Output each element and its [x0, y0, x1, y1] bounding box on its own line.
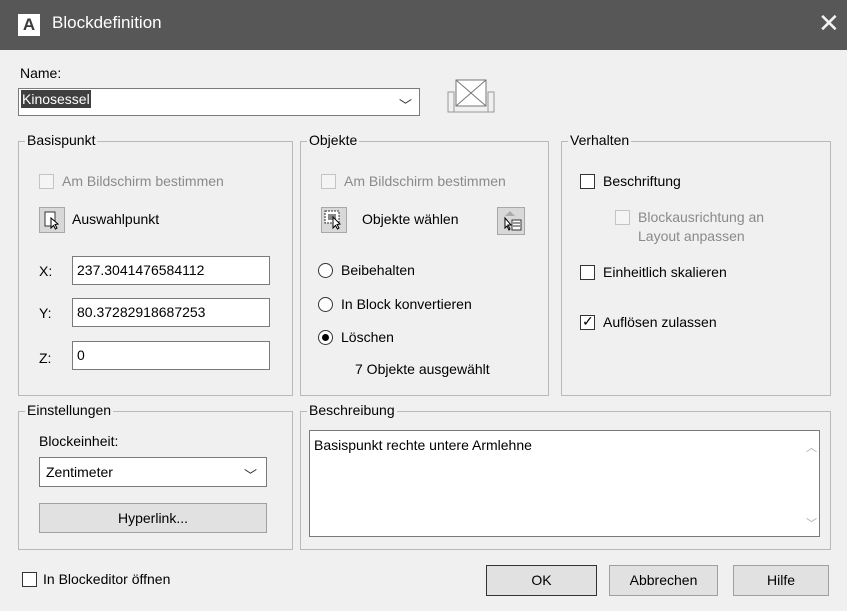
- name-combobox[interactable]: Kinosessel ﹀: [18, 88, 420, 116]
- close-icon[interactable]: ✕: [818, 10, 840, 36]
- match-orientation-checkbox[interactable]: [615, 210, 630, 225]
- checkmark-icon: ✓: [582, 313, 594, 329]
- open-in-block-editor-checkbox[interactable]: [22, 572, 37, 587]
- name-value: Kinosessel: [21, 90, 91, 108]
- hyperlink-button[interactable]: Hyperlink...: [39, 503, 267, 533]
- scale-uniformly-label: Einheitlich skalieren: [603, 264, 727, 280]
- title-bar: A Blockdefinition ✕: [0, 0, 847, 50]
- chevron-down-icon[interactable]: ﹀: [399, 95, 412, 114]
- select-objects-icon[interactable]: [321, 207, 347, 233]
- retain-radio[interactable]: [318, 263, 333, 278]
- quick-select-icon[interactable]: [497, 207, 525, 235]
- scroll-down-icon[interactable]: ﹀: [806, 515, 817, 531]
- allow-exploding-label: Auflösen zulassen: [603, 314, 717, 330]
- block-unit-value: Zentimeter: [46, 464, 113, 480]
- annotative-checkbox[interactable]: [580, 174, 595, 189]
- pick-point-button[interactable]: Auswahlpunkt: [72, 211, 159, 227]
- window-title: Blockdefinition: [52, 13, 162, 32]
- pick-point-icon[interactable]: [39, 207, 65, 233]
- z-label: Z:: [39, 350, 52, 366]
- open-in-block-editor-label: In Blockeditor öffnen: [43, 571, 171, 587]
- convert-to-block-radio[interactable]: [318, 297, 333, 312]
- basispunkt-on-screen-checkbox[interactable]: [39, 174, 54, 189]
- radio-selected-dot: [322, 334, 329, 341]
- beschreibung-title: Beschreibung: [307, 402, 397, 418]
- delete-label: Löschen: [341, 329, 394, 345]
- verhalten-title: Verhalten: [568, 132, 632, 148]
- scale-uniformly-checkbox[interactable]: [580, 265, 595, 280]
- retain-label: Beibehalten: [341, 262, 415, 278]
- z-coordinate-input[interactable]: 0: [72, 341, 270, 370]
- y-label: Y:: [39, 305, 52, 321]
- block-unit-dropdown[interactable]: Zentimeter ﹀: [39, 457, 267, 487]
- allow-exploding-checkbox[interactable]: ✓: [580, 313, 595, 330]
- basispunkt-title: Basispunkt: [25, 132, 98, 148]
- annotative-label: Beschriftung: [603, 173, 681, 189]
- einstellungen-title: Einstellungen: [25, 402, 114, 418]
- description-text: Basispunkt rechte untere Armlehne: [314, 437, 532, 453]
- convert-to-block-label: In Block konvertieren: [341, 296, 472, 312]
- match-orientation-label-line2: Layout anpassen: [638, 228, 745, 244]
- basispunkt-on-screen-label: Am Bildschirm bestimmen: [62, 173, 224, 189]
- match-orientation-label-line1: Blockausrichtung an: [638, 209, 765, 225]
- cancel-button[interactable]: Abbrechen: [609, 565, 718, 596]
- block-unit-label: Blockeinheit:: [39, 433, 119, 449]
- objekte-on-screen-checkbox[interactable]: [321, 174, 336, 189]
- autocad-app-icon: A: [18, 14, 40, 36]
- x-coordinate-input[interactable]: 237.3041476584112: [72, 256, 270, 285]
- selected-objects-count: 7 Objekte ausgewählt: [355, 361, 490, 377]
- objekte-title: Objekte: [307, 132, 360, 148]
- name-label: Name:: [20, 65, 62, 81]
- x-label: X:: [39, 263, 53, 279]
- block-preview-thumbnail: [444, 72, 500, 120]
- help-button[interactable]: Hilfe: [733, 565, 829, 596]
- chevron-down-icon[interactable]: ﹀: [244, 465, 257, 484]
- select-objects-button[interactable]: Objekte wählen: [362, 211, 459, 227]
- ok-button[interactable]: OK: [486, 565, 597, 596]
- description-textarea[interactable]: Basispunkt rechte untere Armlehne ︿ ﹀: [309, 430, 820, 537]
- delete-radio[interactable]: [318, 330, 333, 345]
- y-coordinate-input[interactable]: 80.37282918687253: [72, 298, 270, 327]
- scroll-up-icon[interactable]: ︿: [806, 439, 817, 455]
- objekte-on-screen-label: Am Bildschirm bestimmen: [344, 173, 506, 189]
